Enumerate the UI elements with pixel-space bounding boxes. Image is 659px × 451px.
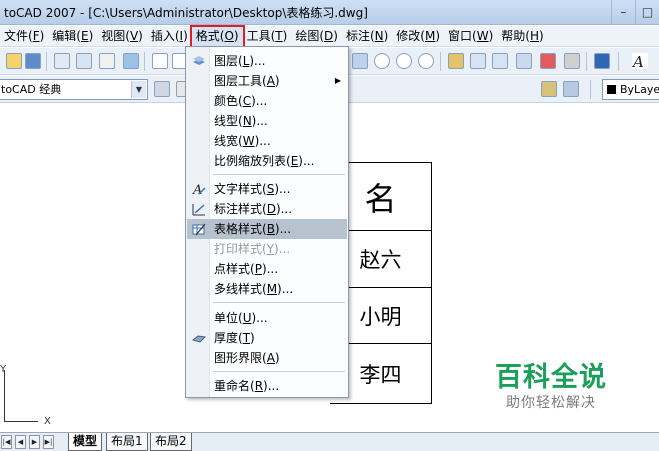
- toolbar-separator: [46, 52, 47, 71]
- sheet-set-icon[interactable]: [516, 53, 532, 69]
- layout-tab-bar: |◀ ◀ ▶ ▶| 模型 布局1 布局2: [0, 432, 659, 451]
- table-style-icon: [192, 223, 206, 236]
- menu-item-drawing-limits[interactable]: 图形界限(A): [187, 348, 347, 368]
- publish-icon[interactable]: [99, 53, 115, 69]
- menu-item-text-style[interactable]: A 文字样式(S)...: [187, 179, 347, 199]
- menu-separator: [213, 174, 345, 175]
- ucs-y-axis: [4, 370, 5, 422]
- new-icon[interactable]: [6, 53, 22, 69]
- tool-palettes-icon[interactable]: [492, 53, 508, 69]
- menu-item-thickness[interactable]: 厚度(T): [187, 328, 347, 348]
- toolbar-separator: [618, 52, 619, 71]
- toolbar-separator: [586, 52, 587, 71]
- last-tab-icon[interactable]: ▶|: [43, 435, 54, 449]
- zoom-window-icon[interactable]: [396, 53, 412, 69]
- menu-item-units[interactable]: 单位(U)...: [187, 308, 347, 328]
- color-select[interactable]: ByLaye: [602, 79, 659, 100]
- watermark-subtitle: 助你轻松解决: [506, 395, 596, 411]
- text-style-icon: A: [192, 183, 206, 196]
- title-bar: toCAD 2007 - [C:\Users\Administrator\Des…: [0, 0, 659, 25]
- maximize-icon[interactable]: □: [635, 0, 659, 24]
- menu-modify[interactable]: 修改(M): [392, 27, 444, 46]
- menu-item-layer[interactable]: 图层(L)...: [187, 51, 347, 71]
- layer-states-icon[interactable]: [563, 81, 579, 97]
- ucs-y-label: Y: [0, 364, 7, 375]
- menu-tools[interactable]: 工具(T): [243, 27, 292, 46]
- menu-item-rename[interactable]: 重命名(R)...: [187, 376, 347, 396]
- svg-text:A: A: [632, 53, 644, 69]
- toolbar-separator: [144, 52, 145, 71]
- text-style-icon[interactable]: A: [631, 53, 648, 71]
- markup-icon[interactable]: [540, 53, 556, 69]
- globe-icon[interactable]: [123, 53, 139, 69]
- format-menu-dropdown: 图层(L)... 图层工具(A) ▶ 颜色(C)... 线型(N)... 线宽(…: [185, 46, 349, 398]
- zoom-previous-icon[interactable]: [418, 53, 434, 69]
- help-icon[interactable]: [594, 53, 610, 69]
- tab-layout1[interactable]: 布局1: [106, 433, 148, 451]
- tab-layout2[interactable]: 布局2: [150, 433, 192, 451]
- toolbar-separator: [590, 80, 591, 99]
- menu-item-point-style[interactable]: 点样式(P)...: [187, 259, 347, 279]
- menu-item-scale-list[interactable]: 比例缩放列表(E)...: [187, 151, 347, 171]
- watermark: 百科全说 助你轻松解决: [486, 362, 616, 412]
- menu-file[interactable]: 文件(F): [0, 27, 48, 46]
- menu-item-plot-style: 打印样式(Y)...: [214, 242, 291, 256]
- design-center-icon[interactable]: [470, 53, 486, 69]
- workspace-settings-icon[interactable]: [154, 81, 170, 97]
- cut-icon[interactable]: [152, 53, 168, 69]
- layer-previous-icon[interactable]: [541, 81, 557, 97]
- watermark-title: 百科全说: [495, 362, 607, 393]
- layers-icon: [193, 56, 205, 65]
- first-tab-icon[interactable]: |◀: [1, 435, 12, 449]
- menu-item-multiline-style[interactable]: 多线样式(M)...: [187, 279, 347, 299]
- color-swatch: [607, 85, 616, 94]
- ucs-x-axis: [4, 421, 38, 422]
- menu-item-color[interactable]: 颜色(C)...: [187, 91, 347, 111]
- menu-separator: [213, 302, 345, 303]
- pan-icon[interactable]: [352, 53, 368, 69]
- menu-separator: [213, 371, 345, 372]
- menu-item-table-style[interactable]: 表格样式(B)...: [187, 219, 347, 239]
- menu-help[interactable]: 帮助(H): [497, 27, 547, 46]
- workspace-select[interactable]: toCAD 经典 ▼: [0, 79, 148, 100]
- menu-bar: 文件(F) 编辑(E) 视图(V) 插入(I) 格式(O) 工具(T) 绘图(D…: [0, 24, 659, 48]
- window-controls: – □: [611, 0, 659, 25]
- save-icon[interactable]: [25, 53, 41, 69]
- properties-icon[interactable]: [448, 53, 464, 69]
- dim-style-icon: [192, 204, 205, 216]
- menu-item-linetype[interactable]: 线型(N)...: [187, 111, 347, 131]
- menu-draw[interactable]: 绘图(D): [291, 27, 342, 46]
- print-icon[interactable]: [54, 53, 70, 69]
- previous-tab-icon[interactable]: ◀: [15, 435, 26, 449]
- menu-format[interactable]: 格式(O): [189, 24, 245, 48]
- submenu-arrow-icon: ▶: [334, 76, 341, 85]
- tab-model[interactable]: 模型: [68, 433, 103, 451]
- ucs-icon: Y X: [0, 364, 60, 427]
- menu-item-layer-tools[interactable]: 图层工具(A) ▶: [187, 71, 347, 91]
- calculator-icon[interactable]: [564, 53, 580, 69]
- chevron-down-icon: ▼: [131, 81, 146, 98]
- menu-dimension[interactable]: 标注(N): [342, 27, 392, 46]
- preview-icon[interactable]: [76, 53, 92, 69]
- ucs-x-label: X: [44, 416, 51, 427]
- zoom-realtime-icon[interactable]: [374, 53, 390, 69]
- menu-edit[interactable]: 编辑(E): [48, 27, 97, 46]
- thickness-icon: [192, 335, 206, 343]
- next-tab-icon[interactable]: ▶: [29, 435, 40, 449]
- window-title: toCAD 2007 - [C:\Users\Administrator\Des…: [4, 6, 368, 20]
- menu-window[interactable]: 窗口(W): [444, 27, 497, 46]
- menu-item-dimension-style[interactable]: 标注样式(D)...: [187, 199, 347, 219]
- menu-item-lineweight[interactable]: 线宽(W)...: [187, 131, 347, 151]
- svg-text:A: A: [192, 183, 202, 196]
- menu-view[interactable]: 视图(V): [97, 27, 147, 46]
- minimize-icon[interactable]: –: [611, 0, 635, 24]
- menu-insert[interactable]: 插入(I): [147, 27, 192, 46]
- toolbar-separator: [440, 52, 441, 71]
